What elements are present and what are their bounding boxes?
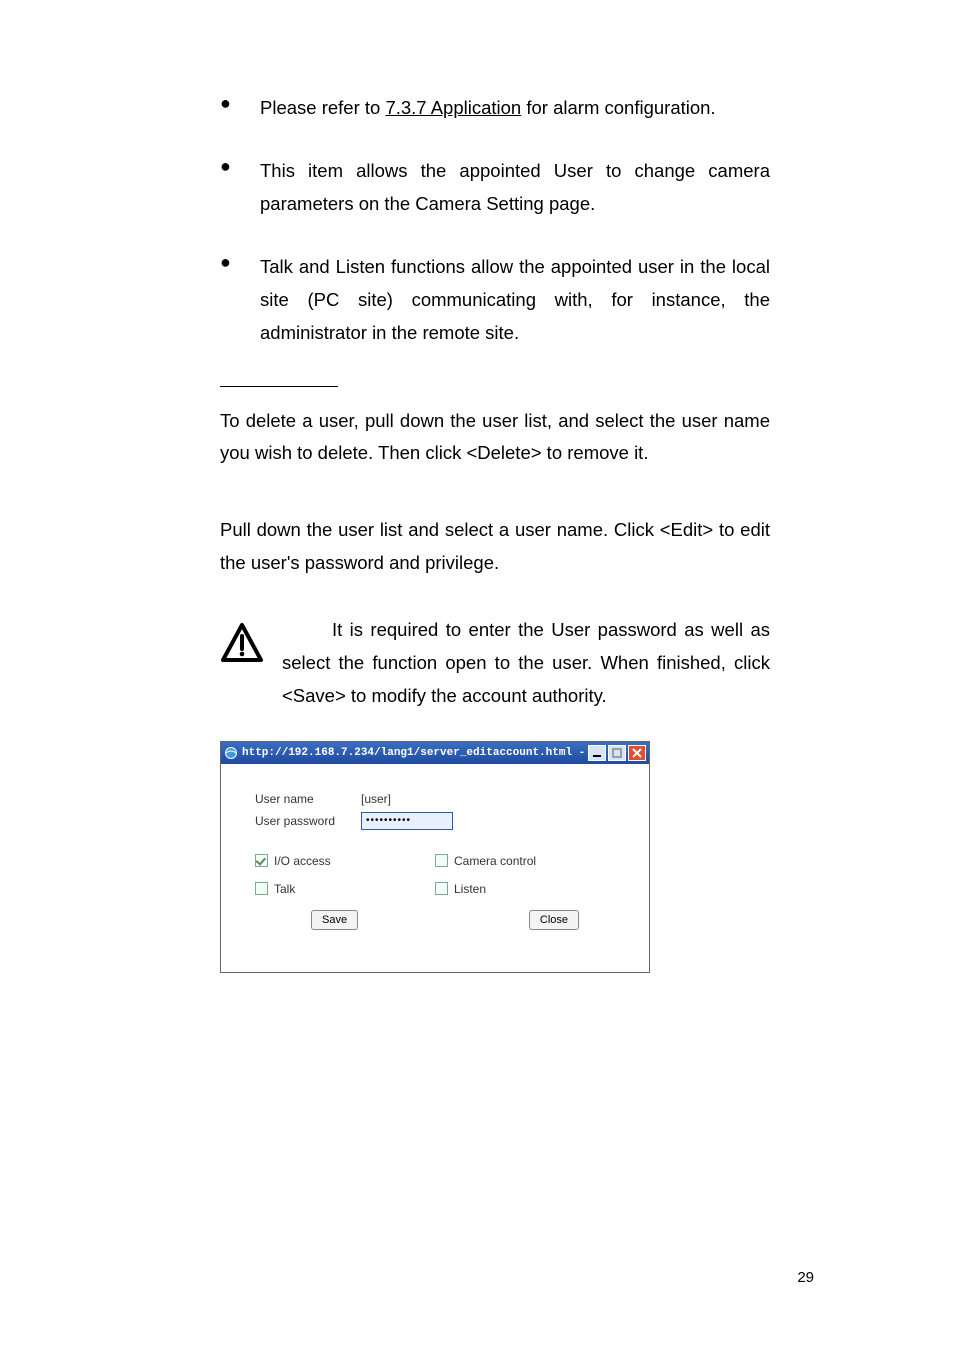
dialog-titlebar: http://192.168.7.234/lang1/server_editac… <box>221 742 649 764</box>
username-value: [user] <box>361 792 391 806</box>
maximize-button[interactable] <box>608 745 626 761</box>
bullet1-post: for alarm configuration. <box>521 97 715 118</box>
password-input[interactable] <box>361 812 453 830</box>
camera-control-checkbox[interactable] <box>435 854 448 867</box>
bullet-text-2: This item allows the appointed User to c… <box>260 155 770 221</box>
camera-control-label: Camera control <box>454 854 536 868</box>
bullet-text-3: Talk and Listen functions allow the appo… <box>260 251 770 350</box>
io-access-label: I/O access <box>274 854 331 868</box>
close-button[interactable]: Close <box>529 910 579 930</box>
ie-icon <box>224 746 238 760</box>
talk-checkbox[interactable] <box>255 882 268 895</box>
io-access-checkbox[interactable] <box>255 854 268 867</box>
edit-user-paragraph: Pull down the user list and select a use… <box>220 514 770 580</box>
minimize-button[interactable] <box>588 745 606 761</box>
talk-label: Talk <box>274 882 295 896</box>
username-label: User name <box>255 792 361 806</box>
dialog-title: http://192.168.7.234/lang1/server_editac… <box>242 747 588 759</box>
warning-icon <box>220 614 270 713</box>
bullet-icon: ● <box>220 251 260 350</box>
close-window-button[interactable] <box>628 745 646 761</box>
application-link[interactable]: 7.3.7 Application <box>385 97 521 118</box>
bullet1-pre: Please refer to <box>260 97 385 118</box>
listen-checkbox[interactable] <box>435 882 448 895</box>
section-divider <box>220 386 770 387</box>
save-button[interactable]: Save <box>311 910 358 930</box>
edit-account-dialog: http://192.168.7.234/lang1/server_editac… <box>220 741 650 973</box>
bullet-text-1: Please refer to 7.3.7 Application for al… <box>260 92 770 125</box>
listen-label: Listen <box>454 882 486 896</box>
delete-user-paragraph: To delete a user, pull down the user lis… <box>220 405 770 471</box>
password-label: User password <box>255 814 361 828</box>
bullet-icon: ● <box>220 92 260 125</box>
page-number: 29 <box>797 1269 814 1286</box>
note-text: It is required to enter the User passwor… <box>278 614 770 713</box>
bullet-icon: ● <box>220 155 260 221</box>
